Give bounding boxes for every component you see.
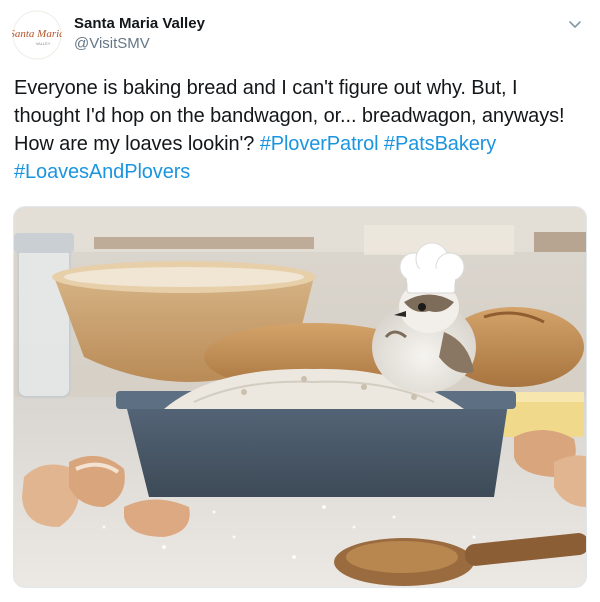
- hashtag-pats-bakery[interactable]: #PatsBakery: [384, 133, 496, 155]
- tweet-header: Santa Maria VALLEY Santa Maria Valley @V…: [12, 10, 588, 60]
- display-name[interactable]: Santa Maria Valley: [74, 14, 205, 34]
- account-handle[interactable]: @VisitSMV: [74, 34, 205, 54]
- avatar[interactable]: Santa Maria VALLEY: [12, 10, 62, 60]
- avatar-logo-text: Santa Maria: [12, 28, 62, 40]
- account-names: Santa Maria Valley @VisitSMV: [74, 14, 205, 54]
- tweet-photo[interactable]: [13, 206, 587, 588]
- tweet-card: Santa Maria VALLEY Santa Maria Valley @V…: [0, 0, 600, 602]
- photo-plover-chef-baking-bread-icon: [14, 207, 586, 587]
- avatar-logo-subtext: VALLEY: [36, 41, 51, 46]
- hashtag-loaves-and-plovers[interactable]: #LoavesAndPlovers: [14, 161, 190, 183]
- tweet-text: Everyone is baking bread and I can't fig…: [14, 74, 586, 186]
- chevron-down-icon[interactable]: [566, 16, 584, 34]
- santa-maria-valley-logo-icon: Santa Maria VALLEY: [12, 10, 62, 60]
- hashtag-plover-patrol[interactable]: #PloverPatrol: [260, 133, 379, 155]
